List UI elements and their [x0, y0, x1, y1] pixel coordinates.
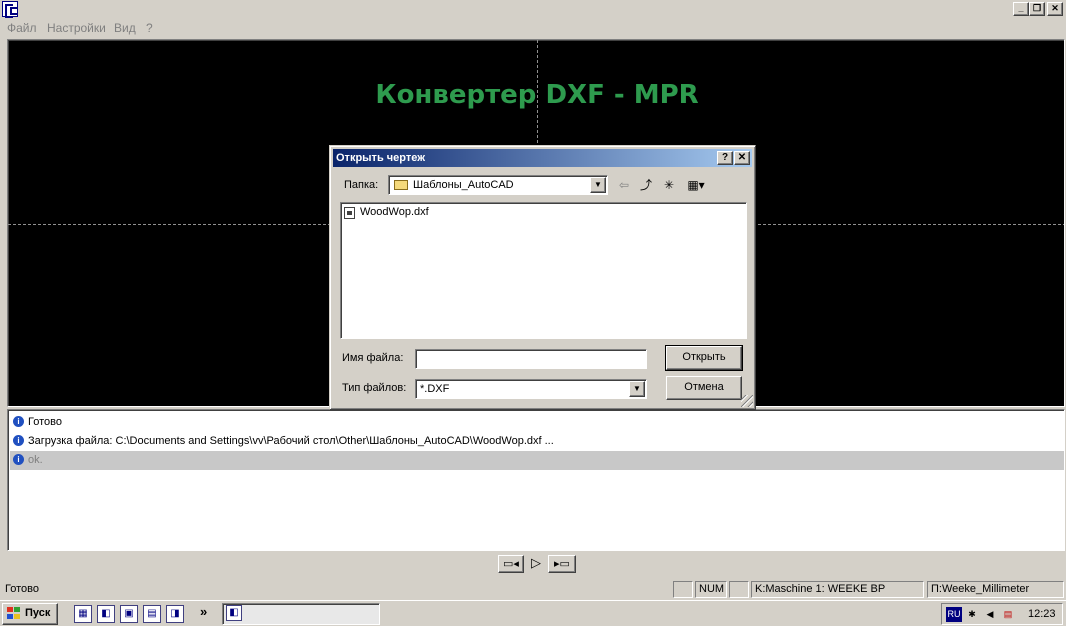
status-profile: П:Weeke_Millimeter [927, 581, 1064, 598]
taskbar-app-button[interactable]: ◧ [222, 603, 380, 625]
log-row[interactable]: i Готово [10, 413, 1064, 432]
file-type-select[interactable]: *.DXF ▼ [415, 379, 647, 399]
file-name-label: Имя файла: [342, 352, 404, 364]
open-button[interactable]: Открыть [665, 345, 743, 371]
message-log[interactable]: i Готово i Загрузка файла: C:\Documents … [7, 409, 1065, 551]
folder-label: Папка: [344, 179, 379, 191]
app-icon[interactable] [2, 1, 18, 18]
dialog-title: Открыть чертеж [336, 152, 426, 164]
step-forward-button[interactable]: ▸▭ [548, 555, 576, 573]
file-name-input[interactable] [415, 349, 647, 369]
menu-settings[interactable]: Настройки [47, 21, 106, 35]
file-type-value: *.DXF [420, 383, 450, 395]
quicklaunch-desktop-icon[interactable]: ▣ [120, 605, 138, 623]
status-machine: K:Maschine 1: WEEKE BP [751, 581, 924, 598]
status-text: Готово [5, 583, 39, 595]
quicklaunch-converter-icon[interactable]: ◧ [97, 605, 115, 623]
log-row-selected[interactable]: i ok. [10, 451, 1064, 470]
menu-help[interactable]: ? [146, 21, 153, 35]
log-text: ok. [28, 454, 43, 466]
up-folder-icon[interactable]: ⤴ [637, 177, 655, 193]
taskbar: Пуск ▦ ◧ ▣ ▤ ◨ » ◧ RU ✱ ◀ ▤ 12:23 [0, 600, 1066, 626]
chevron-down-icon[interactable]: ▼ [629, 381, 645, 397]
cancel-button[interactable]: Отмена [666, 376, 742, 400]
language-indicator[interactable]: RU [946, 607, 962, 622]
info-icon: i [13, 416, 24, 427]
info-icon: i [13, 435, 24, 446]
printer-icon[interactable]: ▤ [1000, 607, 1016, 622]
system-tray: RU ✱ ◀ ▤ 12:23 [941, 603, 1063, 625]
resize-grip[interactable] [741, 395, 753, 407]
canvas-title: Конвертер DXF - MPR [375, 80, 699, 110]
dxf-file-icon [344, 207, 355, 219]
quicklaunch-more-chevron[interactable]: » [200, 604, 207, 619]
minimize-button[interactable]: _ [1013, 2, 1029, 16]
converter-app-icon: ◧ [226, 605, 242, 621]
close-button[interactable]: ✕ [1047, 2, 1063, 16]
view-menu-icon[interactable]: ▦▾ [683, 177, 709, 193]
log-text: Загрузка файла: C:\Documents and Setting… [28, 435, 554, 447]
clock[interactable]: 12:23 [1028, 608, 1056, 620]
start-button[interactable]: Пуск [2, 603, 58, 625]
quicklaunch-app4-icon[interactable]: ▤ [143, 605, 161, 623]
network-icon[interactable]: ✱ [964, 607, 980, 622]
open-drawing-dialog: Открыть чертеж ? ✕ Папка: Шаблоны_AutoCA… [329, 145, 756, 410]
start-label: Пуск [25, 607, 51, 619]
dialog-close-button[interactable]: ✕ [734, 151, 750, 165]
chevron-down-icon[interactable]: ▼ [590, 177, 606, 193]
menu-bar: Файл Настройки Вид ? [0, 18, 1066, 38]
status-num-indicator: NUM [695, 581, 727, 598]
status-scroll-indicator [729, 581, 749, 598]
quicklaunch-app5-icon[interactable]: ◨ [166, 605, 184, 623]
play-icon[interactable]: ▷ [528, 555, 544, 573]
quicklaunch-app1-icon[interactable]: ▦ [74, 605, 92, 623]
folder-value: Шаблоны_AutoCAD [413, 179, 514, 191]
status-bar: Готово NUM K:Maschine 1: WEEKE BP П:Week… [0, 579, 1066, 599]
back-arrow-icon[interactable]: ⇦ [616, 177, 632, 193]
folder-select[interactable]: Шаблоны_AutoCAD ▼ [388, 175, 608, 195]
log-row[interactable]: i Загрузка файла: C:\Documents and Setti… [10, 432, 1064, 451]
log-text: Готово [28, 416, 62, 428]
volume-icon[interactable]: ◀ [982, 607, 998, 622]
info-icon: i [13, 454, 24, 465]
folder-icon [394, 180, 408, 190]
windows-logo-icon [7, 607, 22, 620]
file-item-name: WoodWop.dxf [360, 206, 429, 218]
new-folder-icon[interactable]: ✳ [660, 177, 678, 193]
menu-view[interactable]: Вид [114, 21, 136, 35]
file-list[interactable]: WoodWop.dxf [340, 202, 747, 339]
file-type-label: Тип файлов: [342, 382, 407, 394]
step-back-button[interactable]: ▭◂ [498, 555, 524, 573]
dialog-titlebar: Открыть чертеж ? ✕ [333, 149, 752, 167]
status-caps-indicator [673, 581, 693, 598]
menu-file[interactable]: Файл [7, 21, 37, 35]
restore-button[interactable]: ❐ [1029, 2, 1045, 16]
dialog-help-button[interactable]: ? [717, 151, 733, 165]
window-titlebar: _ ❐ ✕ [0, 0, 1066, 18]
playback-controls: ▭◂ ▷ ▸▭ [7, 551, 1065, 577]
